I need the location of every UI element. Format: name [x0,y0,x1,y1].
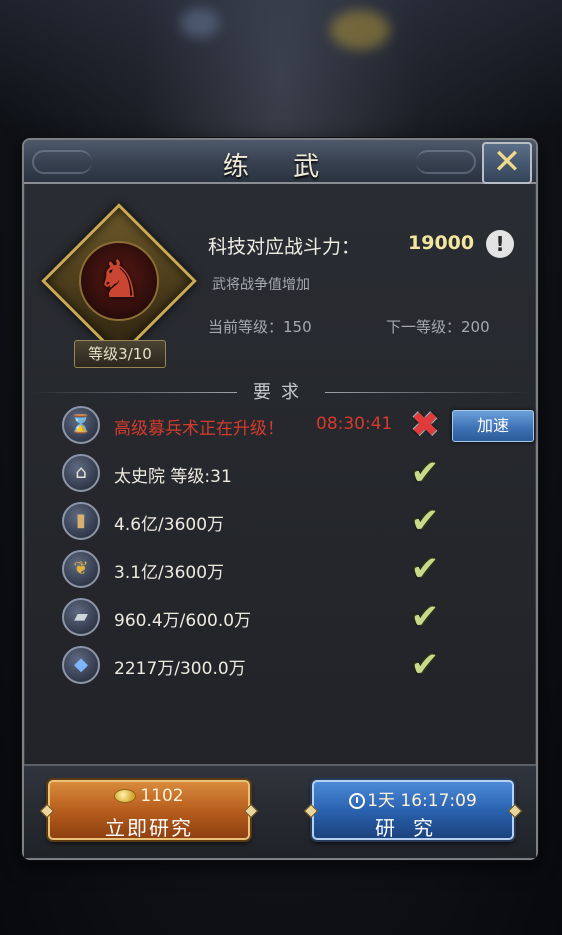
wood-icon: ▮ [62,502,100,540]
building-icon: ⌂ [62,454,100,492]
close-icon[interactable]: ✕ [482,142,532,184]
background-glow [180,8,220,38]
iron-icon: ▰ [62,598,100,636]
requirement-timer: 08:30:41 [316,414,393,434]
background-top [0,0,562,130]
instant-research-label: 立即研究 [105,816,193,840]
requirement-row: ▰ 960.4万/600.0万 ✔ [62,597,522,638]
check-icon: ✔ [410,453,440,493]
requirement-row: ❦ 3.1亿/3600万 ✔ [62,549,522,590]
tech-description: 武将战争值增加 [212,277,310,293]
title-bar: 练 武 ✕ [24,140,536,184]
cross-icon: ✖ [410,405,440,445]
grain-icon: ❦ [62,550,100,588]
next-level: 下一等级：200 [386,318,490,336]
requirement-row: ▮ 4.6亿/3600万 ✔ [62,501,522,542]
requirement-row: ◆ 2217万/300.0万 ✔ [62,645,522,686]
crystal-icon: ◆ [62,646,100,684]
warrior-icon: ♞ [95,250,143,310]
speed-up-button[interactable]: 加速 [452,410,534,442]
instant-cost: 1102 [140,786,184,806]
background-glow [330,10,390,50]
current-level: 当前等级：150 [208,318,312,336]
hourglass-icon: ⌛ [62,406,100,444]
power-value: 19000 [408,232,475,254]
check-icon: ✔ [410,645,440,685]
requirement-text: 太史院 等级:31 [114,467,232,487]
check-icon: ✔ [410,597,440,637]
info-icon[interactable]: ! [486,230,514,258]
requirement-text: 3.1亿/3600万 [114,563,225,583]
requirement-text: 2217万/300.0万 [114,659,246,679]
requirement-text: 4.6亿/3600万 [114,515,225,535]
check-icon: ✔ [410,549,440,589]
requirement-row: ⌂ 太史院 等级:31 ✔ [62,453,522,494]
research-time: 1天 16:17:09 [367,791,477,811]
power-label: 科技对应战斗力： [208,236,361,258]
research-label: 研究 [375,816,451,840]
requirement-text: 高级募兵术正在升级！ [114,419,284,439]
coin-icon [114,789,137,803]
tech-emblem: ♞ [41,203,197,359]
check-icon: ✔ [410,501,440,541]
requirement-text: 960.4万/600.0万 [114,611,252,631]
instant-research-button[interactable]: 1102 立即研究 [39,780,259,840]
clock-icon [349,793,366,809]
research-button[interactable]: 1天 16:17:09 研究 [303,780,523,840]
level-badge: 等级3/10 [74,340,166,368]
requirements-title: 要求 [253,382,309,403]
dialog-title: 练 武 [222,152,338,182]
